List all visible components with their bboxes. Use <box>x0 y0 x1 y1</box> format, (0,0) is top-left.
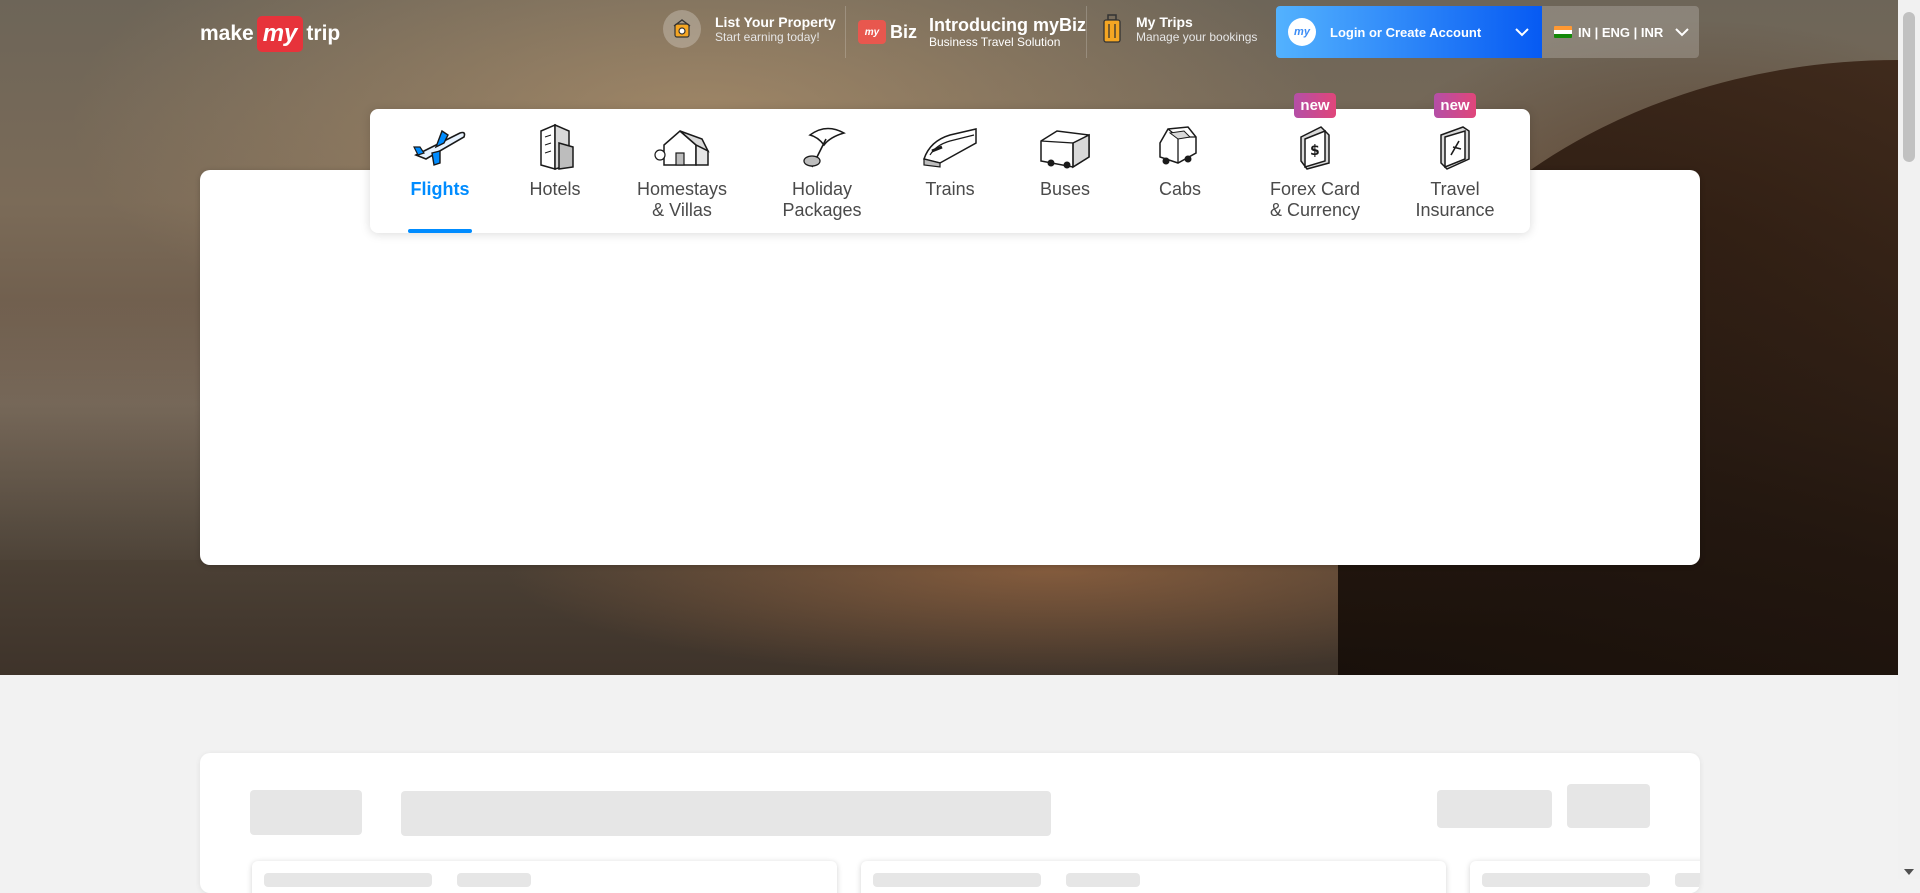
user-avatar-icon: my <box>1288 18 1316 46</box>
scrollbar-thumb[interactable] <box>1903 12 1915 162</box>
nav-label-hotels: Hotels <box>529 179 581 199</box>
mybiz-title: Introducing myBiz <box>929 14 1086 35</box>
nav-label-homestays-line2: & Villas <box>652 200 712 220</box>
nav-label-buses: Buses <box>1039 179 1091 199</box>
nav-item-hotels[interactable]: Hotels <box>515 109 595 233</box>
skeleton-placeholder <box>250 790 362 835</box>
new-badge: new <box>1294 93 1336 118</box>
active-tab-indicator <box>408 229 472 233</box>
nav-label-flights: Flights <box>410 179 470 199</box>
skeleton-placeholder <box>1567 784 1650 828</box>
svg-text:$: $ <box>1310 143 1320 159</box>
login-label: Login or Create Account <box>1330 24 1482 40</box>
train-icon <box>920 121 980 173</box>
mybiz-logo-text: Biz <box>890 21 917 42</box>
nav-label-insurance-line1: Travel <box>1430 179 1480 199</box>
nav-item-buses[interactable]: Buses <box>1025 109 1105 233</box>
nav-item-trains[interactable]: Trains <box>910 109 990 233</box>
airplane-icon <box>410 121 470 173</box>
nav-label-trains: Trains <box>925 179 975 199</box>
my-trips-subtitle: Manage your bookings <box>1136 30 1258 44</box>
skeleton-placeholder <box>1482 873 1650 887</box>
nav-item-cabs[interactable]: Cabs <box>1140 109 1220 233</box>
logo-trip: trip <box>306 22 341 45</box>
my-trips-link[interactable]: My Trips Manage your bookings <box>1100 10 1257 48</box>
logo-make: make <box>200 22 254 45</box>
mybiz-link[interactable]: my Biz Introducing myBiz Business Travel… <box>845 6 1087 58</box>
insurance-shield-icon <box>1425 121 1485 173</box>
list-property-title: List Your Property <box>715 14 836 30</box>
house-icon <box>663 10 701 48</box>
logo-my: my <box>256 16 304 52</box>
nav-item-forex[interactable]: new $ Forex Card & Currency <box>1260 93 1370 233</box>
chevron-down-icon <box>1665 27 1699 37</box>
suitcase-icon <box>1100 10 1124 48</box>
nav-label-cabs: Cabs <box>1158 179 1202 199</box>
scroll-down-arrow-icon[interactable] <box>1904 869 1914 875</box>
list-property-link[interactable]: List Your Property Start earning today! <box>663 10 836 48</box>
house-icon <box>652 121 712 173</box>
nav-item-travel-insurance[interactable]: new Travel Insurance <box>1400 93 1510 233</box>
skeleton-placeholder <box>264 873 432 887</box>
nav-label-forex-line1: Forex Card <box>1269 179 1361 199</box>
chevron-down-icon <box>1502 27 1542 37</box>
locale-label: IN | ENG | INR <box>1578 24 1664 40</box>
nav-label-holiday-line2: Packages <box>782 200 862 220</box>
forex-card-icon: $ <box>1285 121 1345 173</box>
nav-item-homestays[interactable]: Homestays & Villas <box>632 109 732 233</box>
nav-item-flights[interactable]: Flights <box>400 109 480 233</box>
bus-icon <box>1035 121 1095 173</box>
nav-label-homestays-line1: Homestays <box>636 179 728 199</box>
india-flag-icon <box>1554 26 1572 38</box>
beach-umbrella-icon <box>792 121 852 173</box>
nav-label-insurance-line2: Insurance <box>1415 200 1495 220</box>
new-badge: new <box>1434 93 1476 118</box>
offers-skeleton-card <box>200 753 1700 893</box>
skeleton-placeholder <box>1437 790 1552 828</box>
skeleton-offer-card <box>861 861 1446 893</box>
mybiz-subtitle: Business Travel Solution <box>929 34 1061 49</box>
skeleton-placeholder <box>1675 873 1700 887</box>
skeleton-placeholder <box>457 873 531 887</box>
page-scrollbar[interactable] <box>1898 0 1920 879</box>
makemytrip-logo[interactable]: make my trip <box>200 14 340 54</box>
briefcase-icon: my <box>858 20 886 44</box>
nav-label-holiday-line1: Holiday <box>791 179 853 199</box>
product-nav: Flights Hotels Homestays & Villas Holida… <box>370 93 1530 233</box>
locale-selector[interactable]: IN | ENG | INR <box>1542 6 1699 58</box>
mybiz-logo: my Biz <box>858 20 917 44</box>
nav-label-forex-line2: & Currency <box>1269 200 1361 220</box>
skeleton-offer-card <box>252 861 837 893</box>
hotel-building-icon <box>525 121 585 173</box>
nav-item-holiday-packages[interactable]: Holiday Packages <box>772 109 872 233</box>
car-icon <box>1150 121 1210 173</box>
skeleton-placeholder <box>401 791 1051 836</box>
list-property-subtitle: Start earning today! <box>715 30 820 44</box>
my-trips-title: My Trips <box>1136 14 1193 30</box>
skeleton-offer-card <box>1470 861 1700 893</box>
login-button[interactable]: my Login or Create Account <box>1276 6 1542 58</box>
skeleton-placeholder <box>873 873 1041 887</box>
skeleton-placeholder <box>1066 873 1140 887</box>
